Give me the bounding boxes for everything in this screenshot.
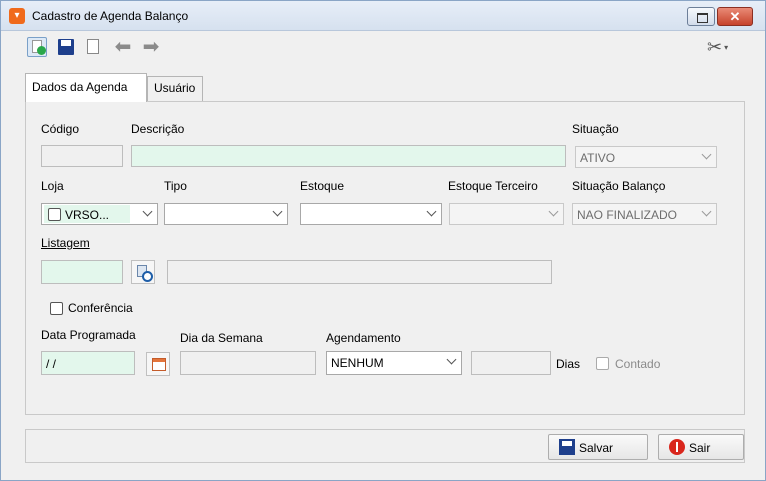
dias-label: Dias (556, 357, 581, 371)
tipo-select[interactable] (164, 203, 288, 225)
window-title: Cadastro de Agenda Balanço (32, 9, 189, 23)
situacao-value: ATIVO (580, 151, 616, 165)
listagem-label[interactable]: Listagem (41, 236, 90, 250)
situacao-balanco-select[interactable]: NAO FINALIZADO (572, 203, 717, 225)
action-bar: Salvar Sair (25, 429, 745, 463)
toolbar: ⬅ ➡ ✂ ▾ (25, 37, 745, 59)
search-icon (137, 265, 153, 282)
exit-button[interactable]: Sair (658, 434, 744, 460)
codigo-field[interactable] (41, 145, 123, 167)
chevron-down-icon (703, 150, 710, 161)
calendar-icon (152, 358, 166, 371)
situacao-balanco-label: Situação Balanço (572, 179, 666, 193)
listagem-code-field[interactable] (41, 260, 123, 284)
save-button[interactable]: Salvar (548, 434, 648, 460)
listagem-search-button[interactable] (131, 260, 155, 284)
tools-icon[interactable]: ✂ ▾ (707, 37, 741, 57)
situacao-label: Situação (572, 122, 619, 136)
forward-arrow-icon[interactable]: ➡ (141, 37, 161, 57)
dias-field[interactable] (471, 351, 551, 375)
contado-label[interactable]: Contado (615, 357, 660, 371)
estoque-terceiro-label: Estoque Terceiro (448, 179, 538, 193)
tab-dados-da-agenda[interactable]: Dados da Agenda (25, 73, 147, 102)
exit-icon (669, 439, 685, 455)
dia-semana-label: Dia da Semana (180, 331, 263, 345)
date-picker-button[interactable] (146, 352, 170, 376)
restore-button[interactable] (687, 7, 715, 26)
tab-usuario[interactable]: Usuário (147, 76, 203, 101)
save-button-label: Salvar (579, 441, 614, 455)
descricao-field[interactable] (131, 145, 566, 167)
chevron-down-icon (550, 207, 557, 218)
estoque-label: Estoque (300, 179, 345, 193)
chevron-down-icon (428, 207, 435, 218)
title-bar: ▾ Cadastro de Agenda Balanço ✕ (1, 1, 765, 31)
loja-label: Loja (41, 179, 64, 193)
contado-checkbox[interactable] (596, 357, 609, 370)
conferencia-label[interactable]: Conferência (68, 301, 133, 315)
new-document-icon[interactable] (27, 37, 47, 57)
agendamento-label: Agendamento (326, 331, 401, 345)
chevron-down-icon: ▾ (724, 43, 729, 53)
close-icon: ✕ (729, 9, 741, 24)
agendamento-select[interactable]: NENHUM (326, 351, 462, 375)
loja-select[interactable]: VRSO... (41, 203, 158, 225)
agendamento-value: NENHUM (331, 356, 384, 370)
back-arrow-icon[interactable]: ⬅ (113, 37, 133, 57)
save-disk-icon[interactable] (56, 37, 76, 57)
dia-semana-field (180, 351, 316, 375)
chevron-down-icon (274, 207, 281, 218)
estoque-terceiro-select[interactable] (449, 203, 564, 225)
main-window: ▾ Cadastro de Agenda Balanço ✕ ⬅ ➡ ✂ ▾ Da… (0, 0, 766, 481)
data-programada-label: Data Programada (41, 328, 136, 342)
save-disk-icon (559, 439, 575, 455)
codigo-label: Código (41, 122, 80, 136)
chevron-down-icon (703, 207, 710, 218)
listagem-description-field (167, 260, 552, 284)
estoque-select[interactable] (300, 203, 442, 225)
situacao-select[interactable]: ATIVO (575, 146, 717, 168)
form-panel: Código Descrição Situação ATIVO Loja VRS… (25, 101, 745, 415)
tipo-label: Tipo (164, 179, 187, 193)
situacao-balanco-value: NAO FINALIZADO (577, 208, 678, 222)
data-programada-field[interactable]: / / (41, 351, 135, 375)
copy-document-icon[interactable] (83, 37, 103, 57)
loja-value: VRSO... (65, 208, 110, 222)
chevron-down-icon (448, 355, 455, 366)
conferencia-checkbox[interactable] (50, 302, 63, 315)
loja-checkbox[interactable] (48, 208, 61, 221)
app-icon[interactable]: ▾ (9, 8, 25, 24)
exit-button-label: Sair (689, 441, 711, 455)
close-button[interactable]: ✕ (717, 7, 753, 26)
chevron-down-icon (144, 207, 151, 218)
descricao-label: Descrição (131, 122, 185, 136)
tools-glyph: ✂ (707, 37, 723, 57)
